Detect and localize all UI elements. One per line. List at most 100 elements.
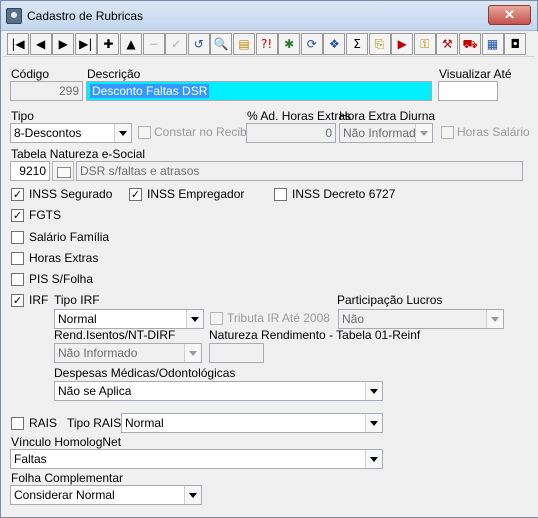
natureza-label: Tabela Natureza e-Social [11,147,146,161]
despesas-value: Não se Aplica [58,384,132,398]
vehicle-button[interactable]: ⛟ [459,33,481,55]
tools-button[interactable]: ⚒ [436,33,459,55]
rend-isentos-select[interactable]: Não Informado [54,343,202,363]
hora-extra-label: Hora Extra Diurna [339,109,436,123]
chevron-down-icon [186,310,203,328]
despesas-select[interactable]: Não se Aplica [54,381,383,401]
filter-button[interactable]: ✱ [278,33,301,55]
chevron-down-icon [365,382,382,400]
refresh-button[interactable]: ⟳ [300,33,323,55]
descricao-selected-text: Desconto Faltas DSR [90,84,210,98]
horas-salario-checkbox[interactable] [441,126,454,139]
horas-salario-label: Horas Salário [457,125,530,139]
rend-isentos-value: Não Informado [58,346,138,360]
ad-horas-field[interactable]: 0 [246,123,336,143]
descricao-field[interactable]: Desconto Faltas DSR [86,81,432,101]
tributa-ir-checkbox[interactable] [210,312,223,325]
constar-recibo-checkbox[interactable] [138,126,151,139]
tipo-value: 8-Descontos [14,126,82,140]
salario-familia-label: Salário Família [29,230,110,244]
folha-select[interactable]: Considerar Normal [10,485,202,505]
tipo-rais-select[interactable]: Normal [121,413,383,433]
edit-button[interactable]: − [142,33,165,55]
salario-familia-checkbox[interactable] [11,231,24,244]
app-icon [6,8,22,24]
vinculo-value: Faltas [14,452,47,466]
inss-empregador-label: INSS Empregador [147,187,245,201]
folha-value: Considerar Normal [14,488,115,502]
inss-segurado-label: INSS Segurado [29,187,113,201]
ad-horas-label: % Ad. Horas Extras [247,109,352,123]
rais-label: RAIS [29,416,58,430]
formula-button[interactable]: ❖ [323,33,346,55]
tipo-irf-label: Tipo IRF [54,293,100,307]
tipo-select[interactable]: 8-Descontos [10,123,132,143]
hora-extra-select[interactable]: Não Informado [339,123,433,143]
title-bar[interactable]: Cadastro de Rubricas ✕ [1,1,537,31]
constar-recibo-label: Constar no Recibo [154,125,254,139]
participacao-select[interactable]: Não [338,309,504,329]
rais-checkbox[interactable] [11,417,24,430]
natureza-rend-label: Natureza Rendimento - Tabela 01-Reinf [209,328,421,342]
cancel-button[interactable]: ↺ [187,33,210,55]
chevron-down-icon [184,344,201,362]
inss-decreto-label: INSS Decreto 6727 [292,187,396,201]
post-button[interactable]: ✓ [165,33,188,55]
tipo-rais-label: Tipo RAIS [67,416,122,430]
vinculo-label: Vínculo HomologNet [11,435,122,449]
participacao-value: Não [342,312,365,326]
horas-extras-checkbox[interactable] [11,252,24,265]
lookup-icon[interactable] [52,161,74,181]
search-button[interactable]: 🔍 [210,33,233,55]
despesas-label: Despesas Médicas/Odontológicas [54,366,236,380]
export-button[interactable]: ▤ [233,33,255,55]
rubricas-window: Cadastro de Rubricas ✕ |◀ ◀ ▶ ▶| ✚ ▲ − ✓ ↺ 🔍 ▤?! ✱ ⟳… [0,0,538,518]
inss-segurado-checkbox[interactable]: ✓ [11,188,24,201]
chevron-down-icon [486,310,503,328]
report-button[interactable]: ▶ [391,33,414,55]
toolbar: |◀ ◀ ▶ ▶| ✚ ▲ − ✓ ↺ 🔍 ▤?! ✱ ⟳ ❖ Σ ⎘ ▶ ⚿ ⚒ ⛟ ▦ ◘ [3,31,535,57]
sum-button[interactable]: Σ [346,33,368,55]
prior-record-button[interactable]: ◀ [29,33,52,55]
pis-checkbox[interactable] [11,273,24,286]
visualizar-label: Visualizar Até [439,67,512,81]
horas-extras-label: Horas Extras [29,251,99,265]
irf-checkbox[interactable]: ✓ [11,294,24,307]
descricao-label: Descrição [87,67,141,81]
chevron-down-icon [114,124,131,142]
first-record-button[interactable]: |◀ [7,33,29,55]
copy-button[interactable]: ⎘ [368,33,391,55]
fgts-checkbox[interactable]: ✓ [11,209,24,222]
vinculo-select[interactable]: Faltas [10,449,383,469]
last-record-button[interactable]: ▶| [74,33,97,55]
pis-label: PIS S/Folha [29,272,94,286]
delete-button[interactable]: ▲ [120,33,142,55]
codigo-field[interactable]: 299 [10,81,83,101]
codigo-label: Código [11,67,50,81]
exit-button[interactable]: ◘ [504,33,527,55]
insert-button[interactable]: ✚ [97,33,120,55]
chevron-down-icon [365,414,382,432]
tipo-irf-value: Normal [58,312,97,326]
tipo-label: Tipo [11,109,34,123]
irf-label: IRF [29,293,49,307]
fgts-label: FGTS [29,208,61,222]
chevron-down-icon [415,124,432,142]
key-button[interactable]: ⚿ [413,33,436,55]
chevron-down-icon [184,486,201,504]
close-button[interactable]: ✕ [488,5,531,25]
natureza-desc-field: DSR s/faltas e atrasos [76,161,523,181]
natureza-code-field[interactable]: 9210 [10,161,50,181]
inss-empregador-checkbox[interactable]: ✓ [129,188,142,201]
visualizar-field[interactable] [438,81,498,101]
hora-extra-value: Não Informado [343,126,423,140]
natureza-rend-field[interactable] [209,343,264,363]
help-button[interactable]: ?! [255,33,278,55]
next-record-button[interactable]: ▶ [52,33,75,55]
calendar-button[interactable]: ▦ [481,33,504,55]
inss-decreto-checkbox[interactable] [274,188,287,201]
tipo-irf-select[interactable]: Normal [54,309,204,329]
participacao-label: Participação Lucros [337,293,443,307]
tributa-ir-label: Tributa IR Até 2008 [227,311,330,325]
window-title: Cadastro de Rubricas [27,9,144,23]
